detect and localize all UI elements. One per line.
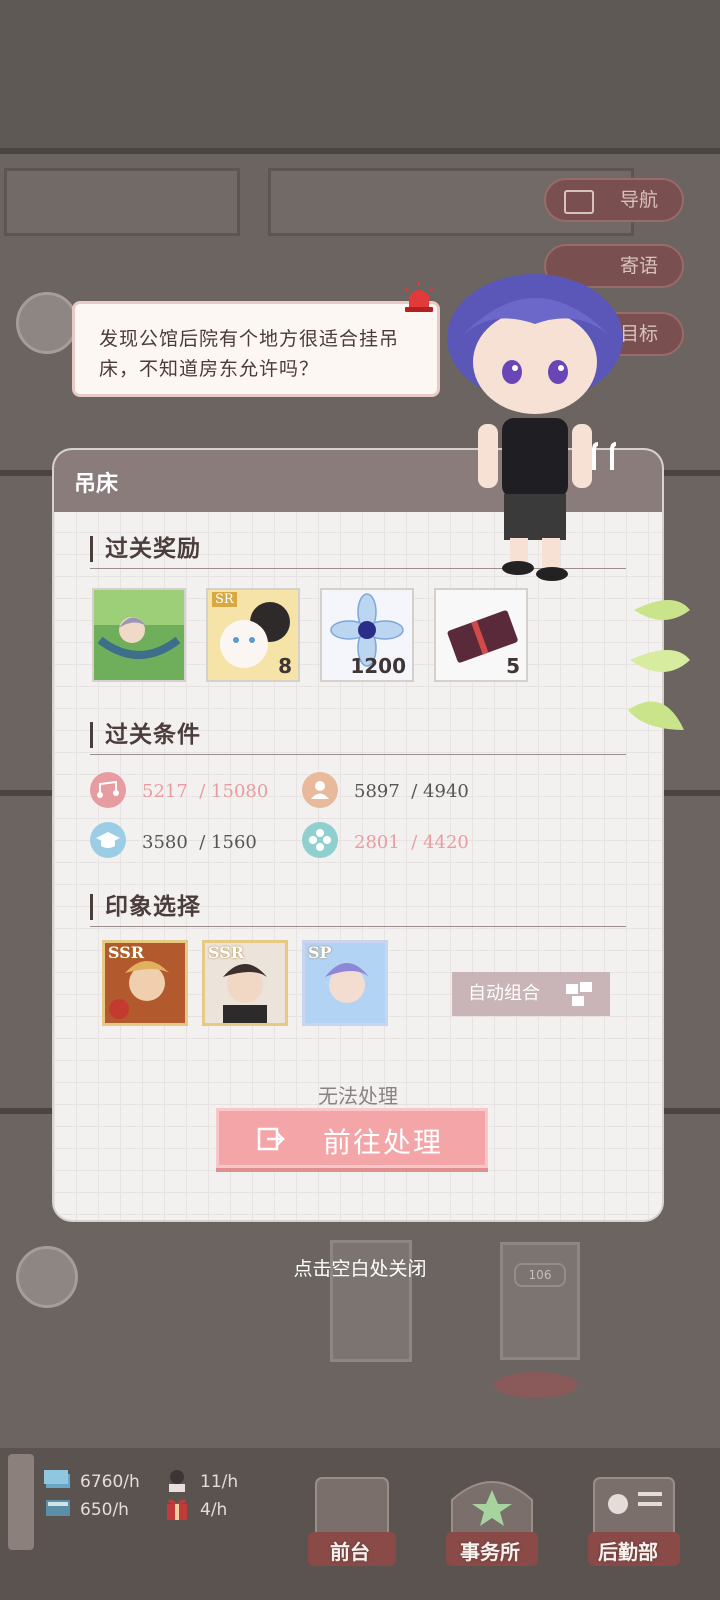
reward-item[interactable]: SR 8 [206,588,300,682]
front-desk-label: 前台 [330,1540,370,1564]
reward-count: 1200 [350,654,406,678]
condition-target: / 4940 [411,781,469,802]
chibi-character [447,274,623,581]
impression-title: 印象选择 [90,894,201,920]
music-note-icon [90,772,126,808]
scroll-icon [8,1454,34,1550]
income-cash: 6760/h [80,1472,140,1492]
reward-item[interactable]: 5 [434,588,528,682]
enter-icon [257,1127,285,1151]
rank-badge: SSR [108,943,145,962]
reward-count: 5 [506,654,520,678]
logistics-button[interactable]: 后勤部 [586,1470,682,1574]
cash-icon [44,1470,70,1488]
panel-title: 吊床 [74,471,119,497]
leaf-decoration [628,600,690,730]
reward-item[interactable] [92,588,186,682]
income-characters: 11/h [200,1472,239,1492]
condition-value: 5897 / 4940 [354,781,469,802]
grid-icon [566,982,592,1006]
conditions-title: 过关条件 [90,722,201,748]
condition-target: / 4420 [411,832,469,853]
rank-badge: SSR [208,943,245,962]
condition-target: / 15080 [199,781,269,802]
navigate-label: 导航 [619,189,658,211]
character-icon [169,1470,185,1492]
income-gifts: 4/h [200,1500,228,1520]
rank-badge: SR [212,592,237,607]
floor-mat [494,1372,578,1398]
auto-combine-button[interactable]: 自动组合 [452,972,610,1016]
condition-value: 5217 / 15080 [142,781,268,802]
resident-avatar[interactable] [16,292,78,354]
condition-value: 2801 / 4420 [354,832,469,853]
gift-icon [167,1499,187,1520]
go-handle-label: 前往处理 [323,1126,444,1159]
office-button[interactable]: 事务所 [444,1470,540,1574]
front-desk-button[interactable]: 前台 [304,1470,400,1574]
close-hint: 点击空白处关闭 [293,1258,427,1280]
book-icon [46,1500,70,1516]
impression-card[interactable]: SP [302,940,388,1026]
rank-badge: SP [308,943,332,962]
auto-combine-label: 自动组合 [468,983,540,1004]
reward-item[interactable]: 1200 [320,588,414,682]
status-text: 无法处理 [318,1084,398,1108]
condition-current: 2801 [354,832,400,853]
person-icon [302,772,338,808]
reward-count: 8 [278,654,292,678]
graduation-cap-icon [90,822,126,858]
condition-current: 5217 [142,781,188,802]
condition-value: 3580 / 1560 [142,832,257,853]
logistics-label: 后勤部 [598,1540,658,1564]
speech-text: 发现公馆后院有个地方很适合挂吊床，不知道房东允许吗？ [99,328,400,380]
impression-card[interactable]: SSR [202,940,288,1026]
office-label: 事务所 [460,1540,520,1564]
hammock-illustration [94,590,184,680]
condition-current: 5897 [354,781,400,802]
top-band [0,0,720,150]
navigate-button[interactable]: 导航 [544,178,684,222]
alarm-icon [404,282,434,312]
map-icon [564,190,594,214]
speech-bubble: 发现公馆后院有个地方很适合挂吊床，不知道房东允许吗？ [72,301,440,397]
impression-card[interactable]: SSR [102,940,188,1026]
go-handle-button[interactable]: 前往处理 [216,1108,488,1168]
income-books: 650/h [80,1500,129,1520]
flower-icon [302,822,338,858]
rewards-title: 过关奖励 [90,536,201,562]
condition-current: 3580 [142,832,188,853]
condition-target: / 1560 [199,832,257,853]
